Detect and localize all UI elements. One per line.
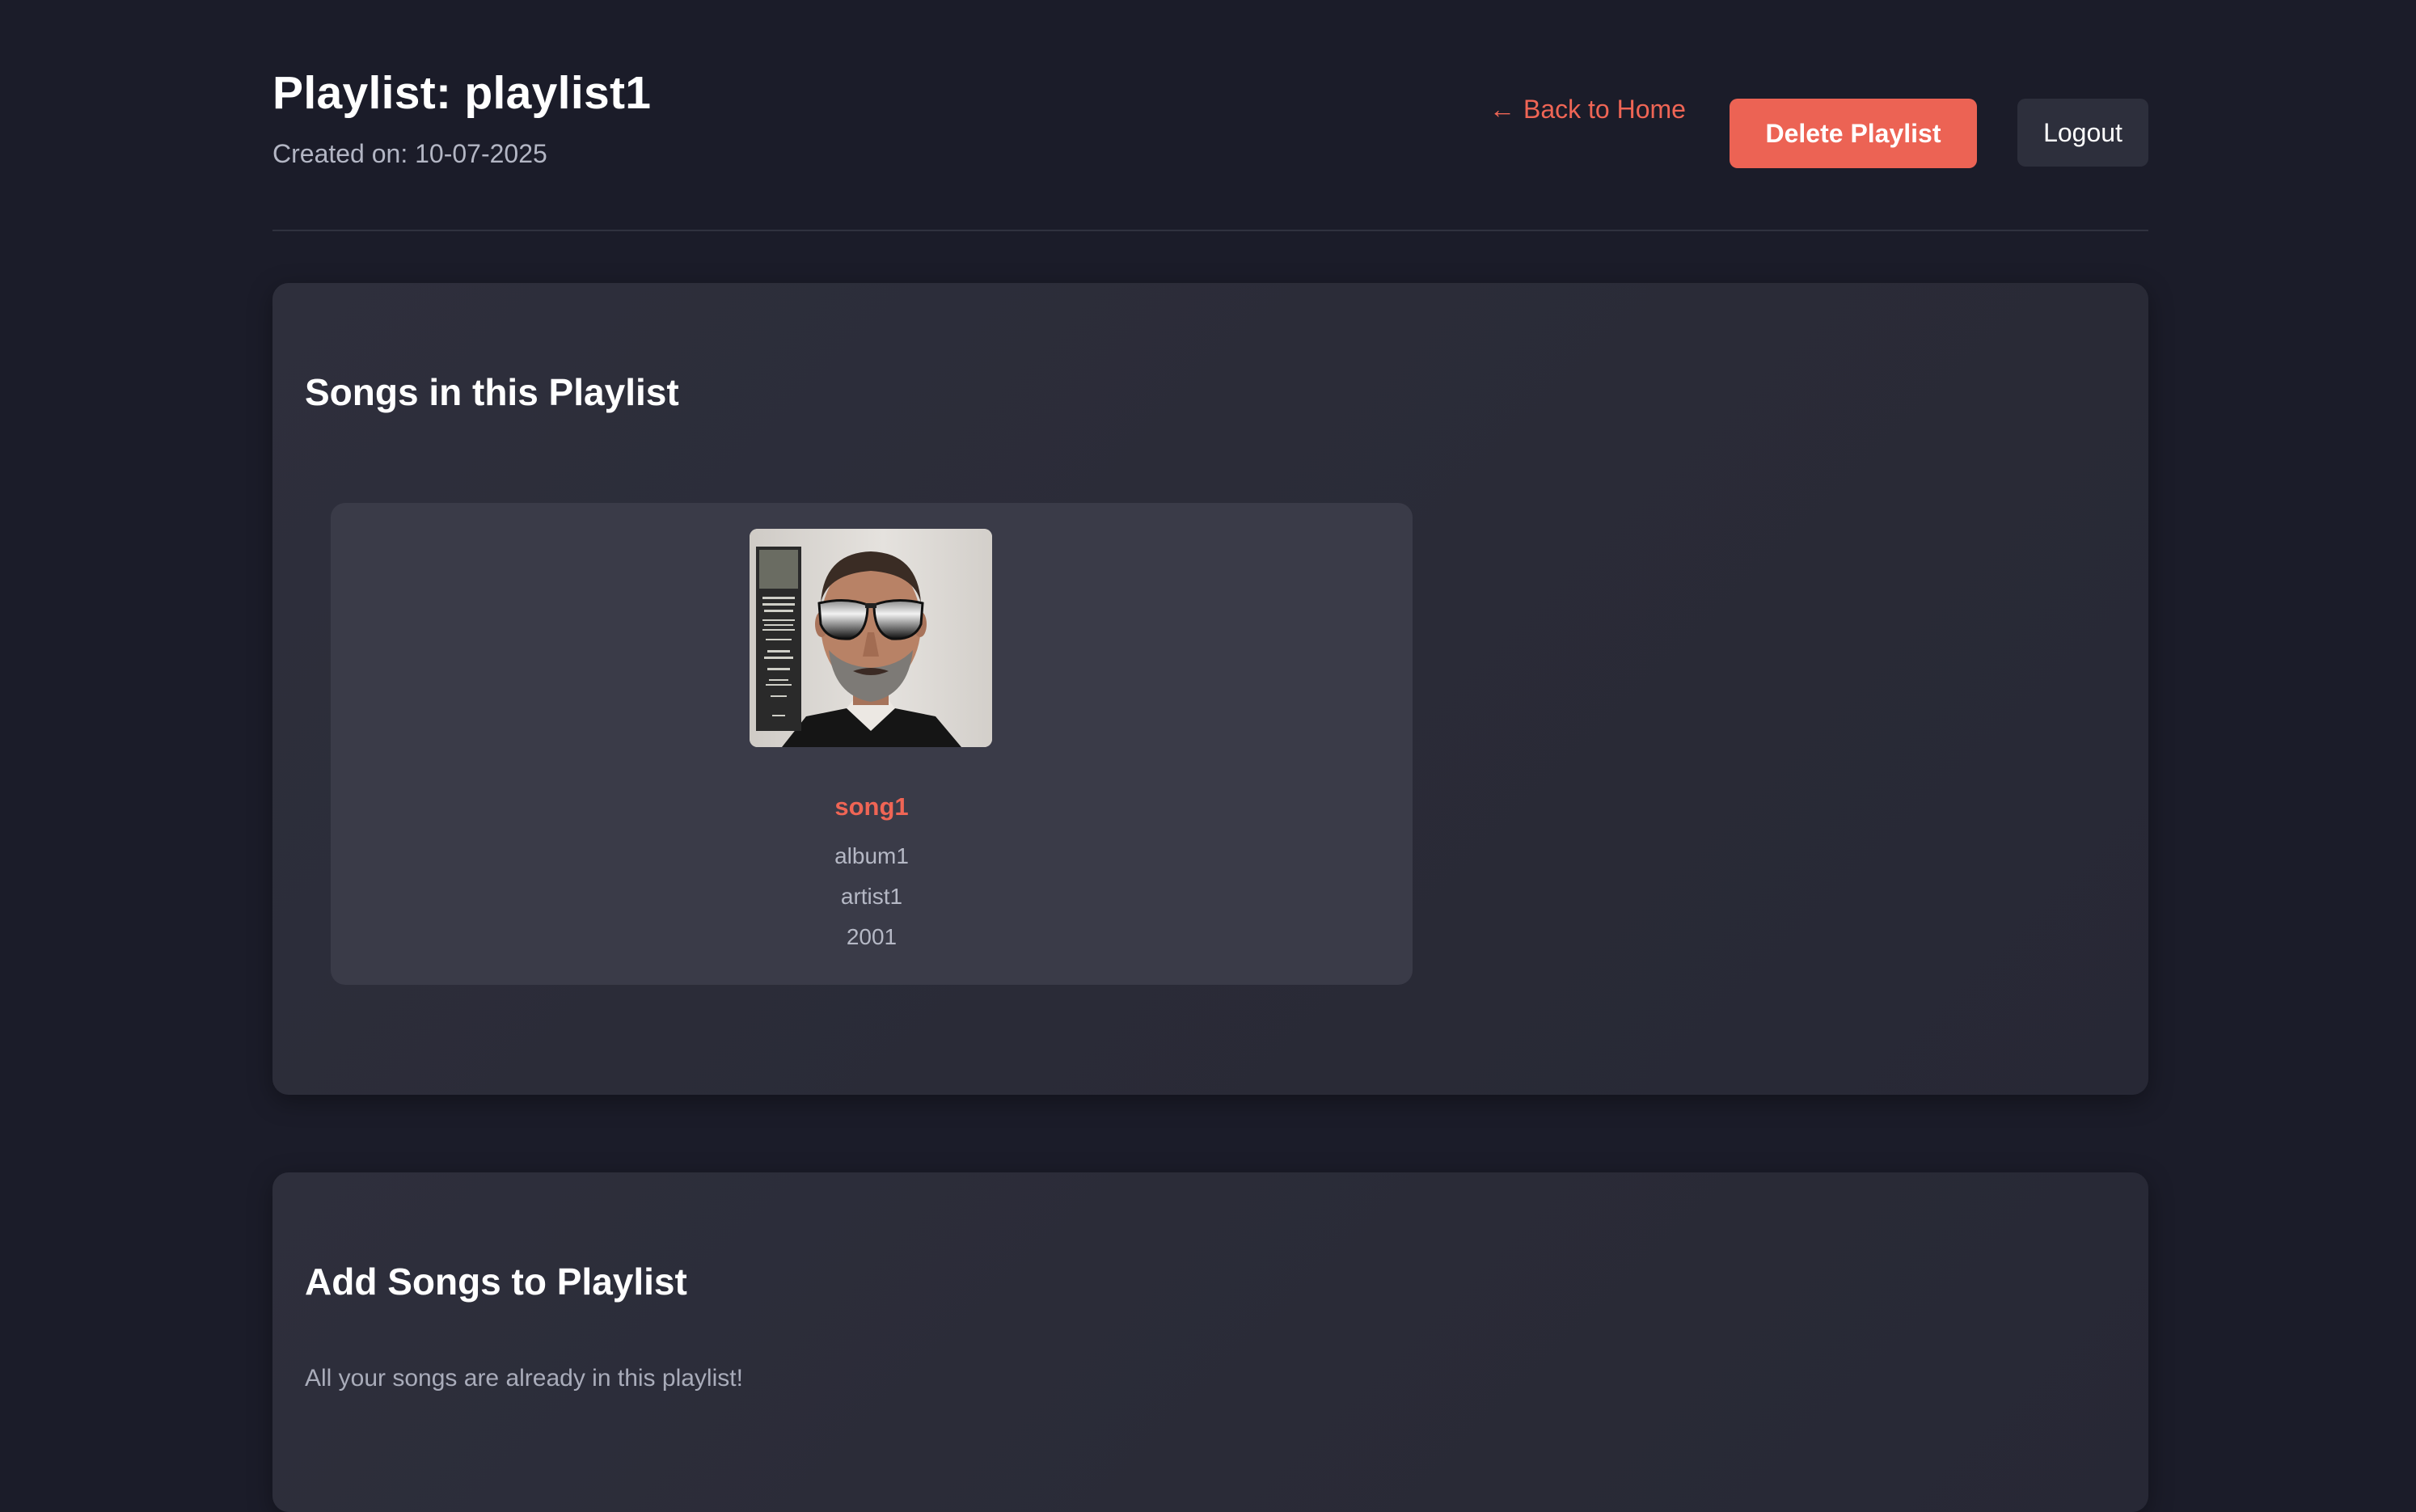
songs-section-heading: Songs in this Playlist (305, 371, 679, 413)
back-to-home-label: Back to Home (1523, 95, 1686, 124)
delete-playlist-button[interactable]: Delete Playlist (1730, 99, 1977, 168)
add-songs-heading: Add Songs to Playlist (305, 1261, 687, 1303)
song-card[interactable]: song1 album1 artist1 2001 (331, 503, 1413, 985)
header-divider (272, 230, 2148, 231)
logout-button[interactable]: Logout (2017, 99, 2148, 167)
songs-in-playlist-panel: Songs in this Playlist song1 album1 arti… (272, 283, 2148, 1095)
page-header: Playlist: playlist1 Created on: 10-07-20… (272, 0, 2148, 230)
song-title[interactable]: song1 (331, 792, 1413, 821)
album-cover-image (750, 529, 992, 747)
page-title: Playlist: playlist1 (272, 67, 652, 119)
song-album: album1 (834, 843, 909, 868)
add-songs-panel: Add Songs to Playlist All your songs are… (272, 1172, 2148, 1512)
playlist-page: Playlist: playlist1 Created on: 10-07-20… (272, 0, 2148, 1512)
arrow-left-icon: ← (1489, 95, 1515, 124)
song-year: 2001 (846, 924, 898, 949)
back-to-home-link[interactable]: ← Back to Home (1489, 95, 1686, 125)
song-artist: artist1 (840, 884, 903, 909)
created-on-date: Created on: 10-07-2025 (272, 139, 547, 168)
empty-state-message: All your songs are already in this playl… (305, 1365, 743, 1392)
